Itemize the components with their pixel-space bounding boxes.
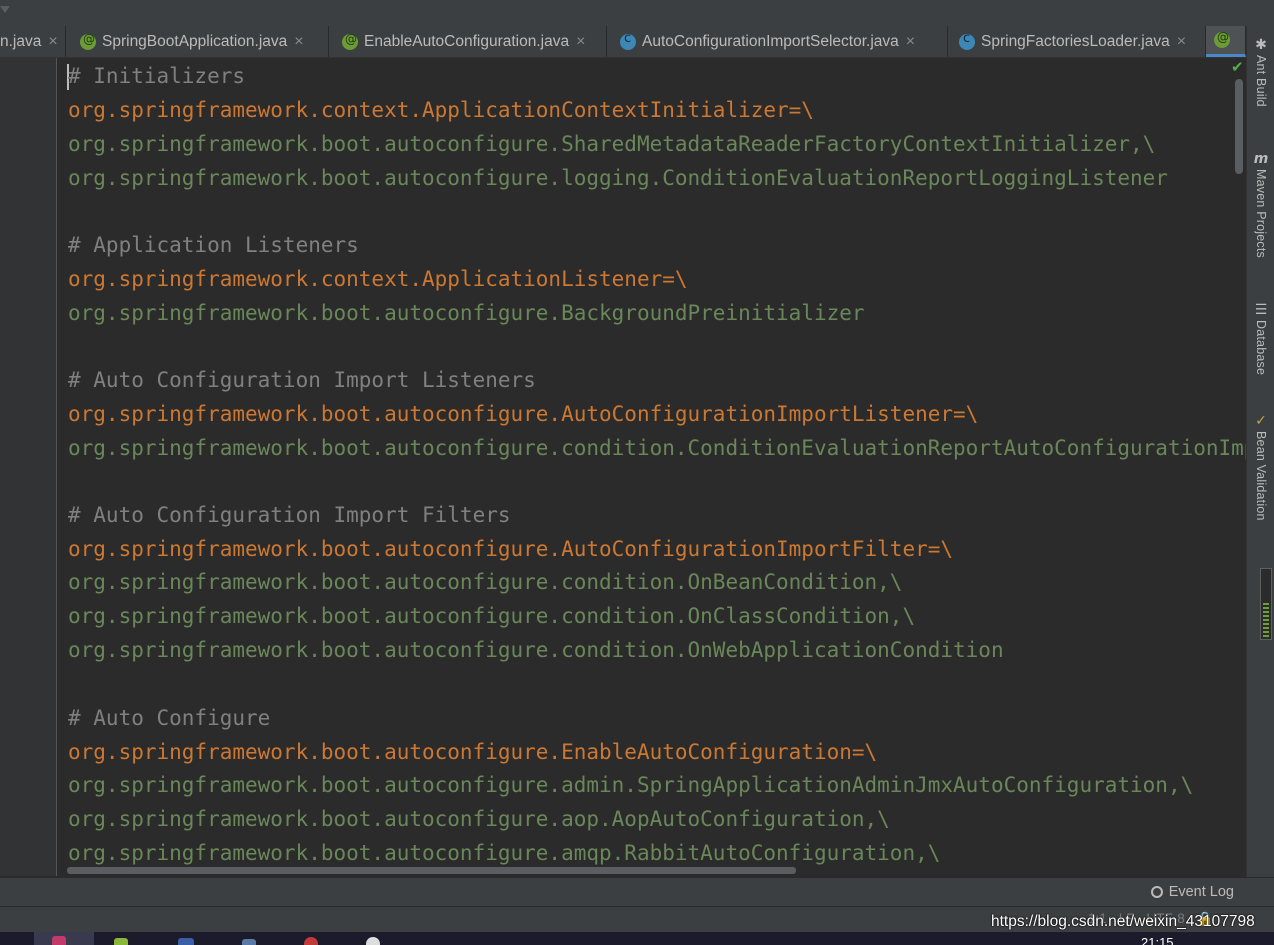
ant-icon: ✱ [1255,37,1267,53]
code-line: org.springframework.boot.autoconfigure.c… [68,570,903,594]
code-line: org.springframework.boot.autoconfigure.S… [68,132,1156,156]
event-log-label: Event Log [1168,884,1234,900]
code-line: org.springframework.boot.autoconfigure.A… [68,402,979,426]
taskbar-app-icon [242,939,256,945]
database-icon: ☰ [1254,302,1268,318]
tool-ant-build[interactable]: ✱ Ant Build [1247,38,1274,107]
tool-label: Bean Validation [1254,431,1268,521]
horizontal-scroll-thumb[interactable] [67,867,796,874]
code-line: org.springframework.boot.autoconfigure.B… [68,301,865,325]
tool-label: Maven Projects [1254,169,1268,258]
tab-autoconfigurationimportselector[interactable]: AutoConfigurationImportSelector.java × [607,26,948,57]
class-icon [959,31,975,50]
close-icon[interactable]: × [906,33,915,51]
taskbar-app-icon [304,937,318,945]
code-line: org.springframework.boot.autoconfigure.E… [68,740,878,764]
tool-label: Database [1254,320,1268,376]
bottom-tool-strip: Event Log [0,878,1274,907]
tab-hidden-java[interactable]: n.java × [0,26,66,57]
caret-down-icon [0,6,10,13]
right-tool-window-bar: ✱ Ant Build m Maven Projects ☰ Database … [1246,26,1274,878]
code-line: org.springframework.boot.autoconfigure.c… [68,604,916,628]
tab-springfactoriesloader[interactable]: SpringFactoriesLoader.java × [948,26,1206,57]
taskbar-app-icon [178,938,194,945]
close-icon[interactable]: × [576,33,585,51]
spring-annotation-icon [80,32,96,50]
vertical-scroll-thumb[interactable] [1235,79,1243,174]
taskbar-clock[interactable]: 21:15 [1141,932,1174,945]
tool-label: Ant Build [1254,55,1268,107]
taskbar-app-icon [52,936,66,945]
vertical-scrollbar[interactable]: ✔ [1231,58,1246,866]
inspection-ok-check-icon: ✔ [1231,58,1244,76]
close-icon[interactable]: × [48,33,57,51]
tab-label: EnableAutoConfiguration.java [364,32,570,50]
event-log-icon [1150,886,1163,898]
tab-spring-factories-active[interactable] [1206,26,1246,57]
maven-icon: m [1253,151,1269,167]
horizontal-scrollbar[interactable] [57,866,1246,876]
title-strip [0,0,1274,26]
code-line: org.springframework.boot.autoconfigure.a… [68,807,890,831]
tab-label: SpringBootApplication.java [102,32,288,50]
code-editor[interactable]: # Initializers org.springframework.conte… [57,58,1246,868]
editor-tab-bar: n.java × SpringBootApplication.java × En… [0,26,1246,58]
event-log-button[interactable]: Event Log [1150,884,1234,900]
tool-maven-projects[interactable]: m Maven Projects [1247,152,1274,258]
code-line: # Application Listeners [68,233,359,257]
taskbar-app-icon [114,938,128,945]
code-line: # Initializers [68,64,246,88]
tab-enableautoconfiguration[interactable]: EnableAutoConfiguration.java × [329,26,607,57]
code-line: org.springframework.boot.autoconfigure.a… [68,841,941,865]
tab-label: SpringFactoriesLoader.java [981,32,1170,50]
close-icon[interactable]: × [294,33,303,51]
code-line: # Auto Configure [68,706,271,730]
code-line: org.springframework.context.ApplicationL… [68,267,688,291]
bean-validation-icon: ✓ [1255,413,1267,429]
code-line: org.springframework.boot.autoconfigure.l… [68,166,1168,190]
taskbar-app-icon [366,937,380,945]
tool-bean-validation[interactable]: ✓ Bean Validation [1247,414,1274,521]
code-line: org.springframework.boot.autoconfigure.A… [68,537,954,561]
memory-indicator[interactable] [1260,568,1272,640]
tab-label: n.java [0,32,42,50]
code-line: org.springframework.context.ApplicationC… [68,98,814,122]
properties-file-icon [1214,30,1230,48]
code-line: org.springframework.boot.autoconfigure.c… [68,436,1246,460]
spring-annotation-icon [342,32,358,50]
code-line: # Auto Configuration Import Listeners [68,368,536,392]
memory-indicator-fill [1263,601,1269,637]
tab-label: AutoConfigurationImportSelector.java [642,32,899,50]
code-line: # Auto Configuration Import Filters [68,503,511,527]
close-icon[interactable]: × [1177,33,1186,51]
os-taskbar [0,932,1274,945]
tab-springbootapplication[interactable]: SpringBootApplication.java × [66,26,329,57]
code-line: org.springframework.boot.autoconfigure.a… [68,773,1194,797]
tool-database[interactable]: ☰ Database [1247,303,1274,375]
code-line: org.springframework.boot.autoconfigure.c… [68,638,1004,662]
line-gutter [0,58,57,876]
watermark: https://blog.csdn.net/weixin_43107798 [991,913,1255,930]
class-icon [620,31,636,50]
